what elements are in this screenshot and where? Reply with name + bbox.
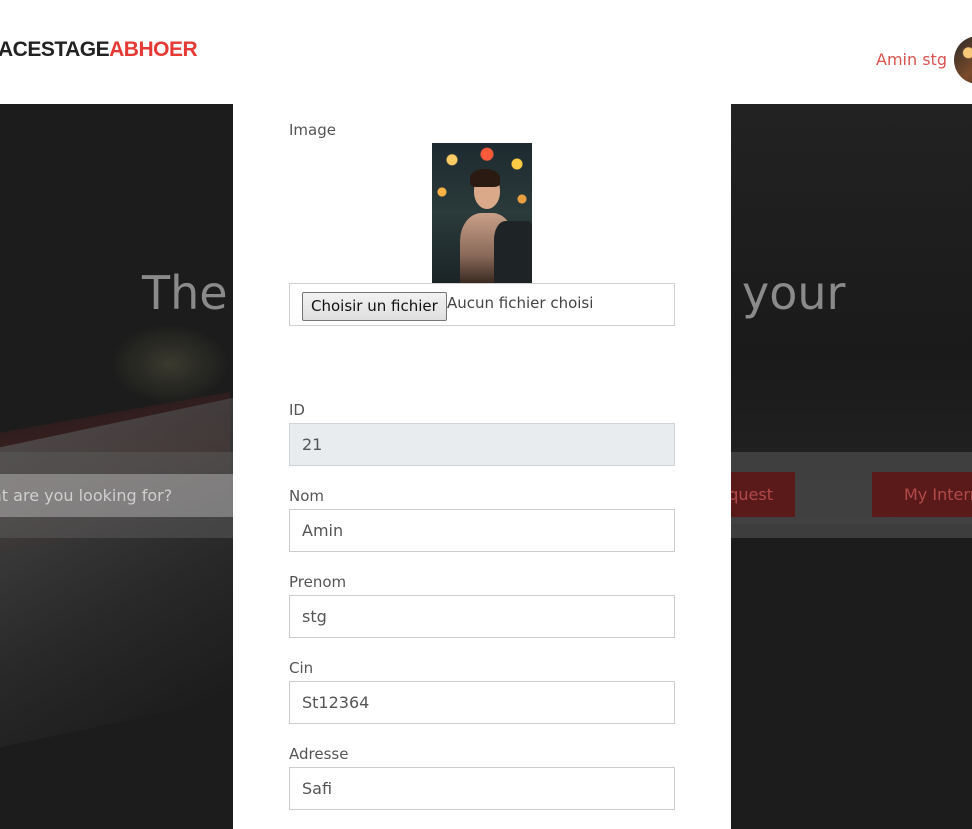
prenom-label: Prenom — [289, 573, 347, 591]
hero-laptop-image — [0, 392, 260, 756]
adresse-label: Adresse — [289, 745, 349, 763]
image-file-input[interactable]: Choisir un fichier Aucun fichier choisi — [289, 283, 675, 326]
top-navbar: ACESTAGEABHOER Amin stg — [0, 0, 972, 104]
page: ACESTAGEABHOER Amin stg The your quest M… — [0, 0, 972, 829]
profile-edit-modal: Image Choisir un fichier Aucun fichier c… — [233, 104, 731, 829]
nom-label: Nom — [289, 487, 325, 505]
file-status-text: Aucun fichier choisi — [447, 294, 594, 312]
id-field[interactable] — [289, 423, 675, 466]
cin-field[interactable] — [289, 681, 675, 724]
hero-title-right: your — [742, 266, 846, 320]
user-avatar[interactable] — [954, 36, 972, 84]
choose-file-button[interactable]: Choisir un fichier — [302, 292, 447, 321]
hero-title-left: The — [142, 266, 228, 320]
nom-field[interactable] — [289, 509, 675, 552]
id-label: ID — [289, 401, 305, 419]
prenom-field[interactable] — [289, 595, 675, 638]
brand-logo[interactable]: ACESTAGEABHOER — [0, 38, 198, 62]
image-label: Image — [289, 121, 336, 139]
user-name-link[interactable]: Amin stg — [876, 50, 947, 69]
brand-text-dark: ACESTAGE — [0, 38, 110, 61]
my-internship-button[interactable]: My Intern — [872, 472, 972, 517]
search-input[interactable] — [0, 474, 250, 517]
brand-text-accent: ABHOER — [109, 38, 198, 61]
cin-label: Cin — [289, 659, 314, 677]
adresse-field[interactable] — [289, 767, 675, 810]
hero-plant-image — [110, 324, 230, 404]
profile-image — [432, 143, 532, 283]
